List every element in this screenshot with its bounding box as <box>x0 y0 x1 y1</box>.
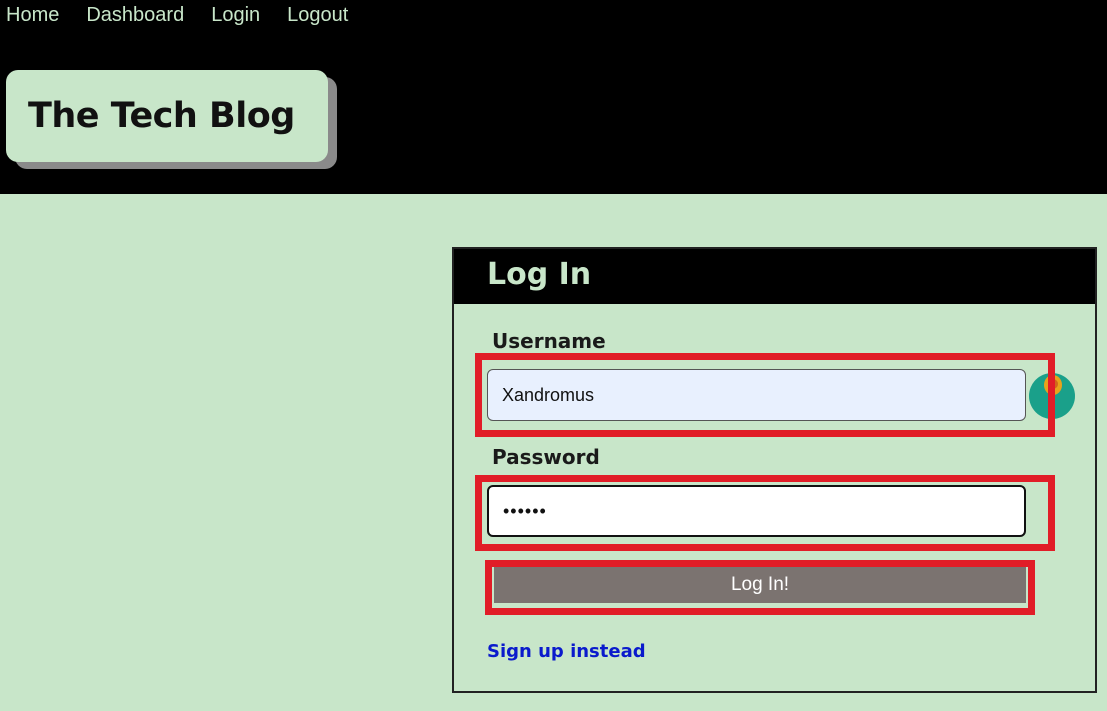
nav-link-home[interactable]: Home <box>6 2 59 28</box>
login-card-header: Log In <box>454 249 1095 304</box>
login-card: Log In Username Password Log In! Sign up… <box>452 247 1097 693</box>
nav-link-login[interactable]: Login <box>211 2 260 28</box>
username-input[interactable] <box>487 369 1026 421</box>
login-heading: Log In <box>487 257 592 292</box>
main-nav: Home Dashboard Login Logout <box>6 2 375 28</box>
nav-link-dashboard[interactable]: Dashboard <box>86 2 184 28</box>
login-submit-button[interactable]: Log In! <box>494 567 1026 603</box>
password-manager-icon[interactable] <box>1029 373 1075 419</box>
site-header: Home Dashboard Login Logout The Tech Blo… <box>0 0 1107 194</box>
site-title: The Tech Blog <box>28 96 295 136</box>
nav-link-logout[interactable]: Logout <box>287 2 348 28</box>
signup-link[interactable]: Sign up instead <box>487 641 646 662</box>
username-label: Username <box>492 329 606 353</box>
site-logo-box: The Tech Blog <box>6 70 328 162</box>
password-label: Password <box>492 445 600 469</box>
password-input[interactable] <box>487 485 1026 537</box>
